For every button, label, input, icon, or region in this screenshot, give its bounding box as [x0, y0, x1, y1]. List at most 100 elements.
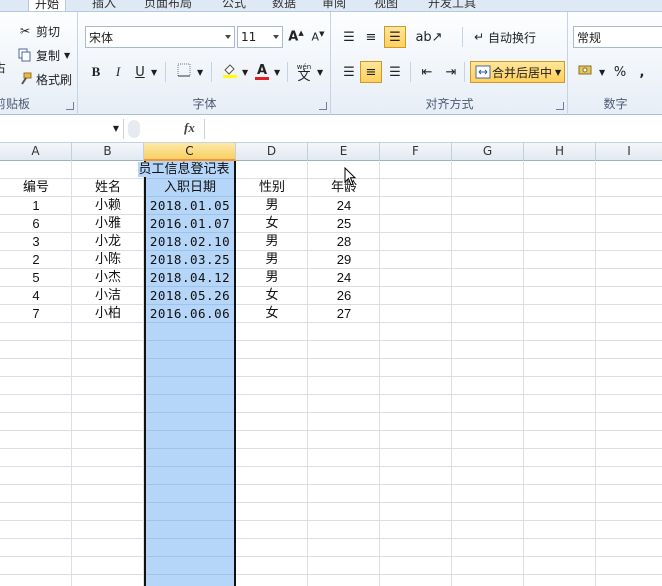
- cell-gender[interactable]: 男: [236, 269, 308, 287]
- paste-button[interactable]: 占: [0, 56, 10, 78]
- formula-input[interactable]: [204, 119, 662, 139]
- cell-name[interactable]: 小洁: [72, 287, 144, 305]
- cell-gender[interactable]: 女: [236, 215, 308, 233]
- cell-id[interactable]: 2: [0, 251, 72, 269]
- cell-hire-date[interactable]: 2016.06.06: [144, 305, 236, 323]
- fill-color-button[interactable]: [219, 61, 241, 83]
- header-cell-id[interactable]: 编号: [0, 179, 72, 197]
- number-format-select[interactable]: 常规: [573, 26, 662, 48]
- copy-dropdown-icon[interactable]: ▼: [64, 51, 70, 60]
- cell-hire-date[interactable]: 2018.04.12: [144, 269, 236, 287]
- cell-gender[interactable]: 男: [236, 251, 308, 269]
- grow-font-button[interactable]: A▲: [285, 26, 307, 48]
- increase-indent-button[interactable]: ⇥: [440, 61, 462, 83]
- align-middle-button[interactable]: ≡: [360, 26, 382, 48]
- phonetic-dropdown-icon[interactable]: ▼: [317, 68, 323, 77]
- clipboard-dialog-launcher-icon[interactable]: [66, 102, 74, 110]
- column-header-i[interactable]: I: [596, 143, 662, 161]
- header-cell-name[interactable]: 姓名: [72, 179, 144, 197]
- cell-gender[interactable]: 女: [236, 287, 308, 305]
- cell-hire-date[interactable]: 2018.05.26: [144, 287, 236, 305]
- cell-age[interactable]: 29: [308, 251, 380, 269]
- cell-name[interactable]: 小杰: [72, 269, 144, 287]
- cell-name[interactable]: 小雅: [72, 215, 144, 233]
- italic-button[interactable]: I: [107, 61, 129, 83]
- cell-id[interactable]: 6: [0, 215, 72, 233]
- accounting-dropdown-icon[interactable]: ▼: [599, 68, 605, 77]
- cell-age[interactable]: 27: [308, 305, 380, 323]
- borders-button[interactable]: [173, 61, 195, 83]
- tab-formulas[interactable]: 公式: [222, 0, 246, 11]
- cell-gender[interactable]: 男: [236, 233, 308, 251]
- alignment-dialog-launcher-icon[interactable]: [556, 102, 564, 110]
- align-bottom-button[interactable]: ☰: [384, 26, 406, 48]
- align-center-button[interactable]: ≡: [360, 61, 382, 83]
- font-name-select[interactable]: 宋体: [85, 26, 235, 48]
- cell-hire-date[interactable]: 2018.03.25: [144, 251, 236, 269]
- accounting-format-button[interactable]: [575, 61, 597, 83]
- cell-age[interactable]: 26: [308, 287, 380, 305]
- cell-gender[interactable]: 女: [236, 305, 308, 323]
- tab-review[interactable]: 审阅: [322, 0, 346, 11]
- decrease-indent-button[interactable]: ⇤: [416, 61, 438, 83]
- cell-id[interactable]: 1: [0, 197, 72, 215]
- wrap-text-button[interactable]: ↵ 自动换行: [470, 26, 536, 48]
- worksheet[interactable]: 员工信息登记表 编号 姓名 入职日期 性别 年龄 1 小赖 2018.01.05…: [0, 161, 662, 586]
- cell-hire-date[interactable]: 2018.01.05: [144, 197, 236, 215]
- shrink-font-button[interactable]: A▼: [307, 26, 329, 48]
- cell-name[interactable]: 小龙: [72, 233, 144, 251]
- tab-home[interactable]: 开始: [28, 0, 67, 11]
- expand-handle-icon[interactable]: [128, 120, 140, 138]
- font-color-button[interactable]: A: [251, 61, 273, 83]
- column-header-f[interactable]: F: [380, 143, 452, 161]
- borders-dropdown-icon[interactable]: ▼: [197, 68, 203, 77]
- name-box[interactable]: ▼: [0, 119, 124, 139]
- tab-data[interactable]: 数据: [272, 0, 296, 11]
- align-left-button[interactable]: ☰: [338, 61, 360, 83]
- cell-hire-date[interactable]: 2016.01.07: [144, 215, 236, 233]
- column-header-e[interactable]: E: [308, 143, 380, 161]
- phonetic-button[interactable]: wén 文: [293, 61, 315, 83]
- fill-color-dropdown-icon[interactable]: ▼: [242, 68, 248, 77]
- cut-button[interactable]: ✂ 剪切: [16, 20, 60, 42]
- sheet-title-cell[interactable]: 员工信息登记表: [138, 161, 236, 179]
- cell-id[interactable]: 4: [0, 287, 72, 305]
- merge-dropdown-icon[interactable]: ▼: [555, 68, 561, 77]
- cell-id[interactable]: 3: [0, 233, 72, 251]
- tab-developer[interactable]: 开发工具: [428, 0, 476, 11]
- font-size-select[interactable]: 11: [237, 26, 283, 48]
- column-header-a[interactable]: A: [0, 143, 72, 161]
- cell-age[interactable]: 24: [308, 197, 380, 215]
- column-header-c[interactable]: C: [144, 143, 236, 161]
- align-top-button[interactable]: ☰: [338, 26, 360, 48]
- name-box-dropdown-icon[interactable]: ▼: [113, 124, 119, 133]
- header-cell-hire-date[interactable]: 入职日期: [144, 179, 236, 197]
- cell-age[interactable]: 24: [308, 269, 380, 287]
- cell-gender[interactable]: 男: [236, 197, 308, 215]
- orientation-button[interactable]: ab↗: [415, 26, 442, 48]
- bold-button[interactable]: B: [85, 61, 107, 83]
- underline-dropdown-icon[interactable]: ▼: [151, 68, 157, 77]
- underline-button[interactable]: U: [129, 61, 151, 83]
- copy-button[interactable]: 复制 ▼: [16, 44, 70, 66]
- insert-function-icon[interactable]: fx: [184, 120, 195, 136]
- cell-id[interactable]: 5: [0, 269, 72, 287]
- cell-age[interactable]: 25: [308, 215, 380, 233]
- column-header-g[interactable]: G: [452, 143, 524, 161]
- align-right-button[interactable]: ☰: [384, 61, 406, 83]
- merge-center-button[interactable]: 合并后居中 ▼: [470, 61, 566, 83]
- font-dialog-launcher-icon[interactable]: [319, 102, 327, 110]
- cell-name[interactable]: 小陈: [72, 251, 144, 269]
- comma-style-button[interactable]: ,: [631, 61, 653, 83]
- tab-insert[interactable]: 插入: [92, 0, 116, 11]
- tab-view[interactable]: 视图: [374, 0, 398, 11]
- cell-name[interactable]: 小赖: [72, 197, 144, 215]
- column-header-h[interactable]: H: [524, 143, 596, 161]
- cell-age[interactable]: 28: [308, 233, 380, 251]
- tab-page-layout[interactable]: 页面布局: [144, 0, 192, 11]
- cell-id[interactable]: 7: [0, 305, 72, 323]
- font-color-dropdown-icon[interactable]: ▼: [274, 68, 280, 77]
- format-painter-button[interactable]: 格式刷: [16, 68, 72, 90]
- percent-button[interactable]: %: [609, 61, 631, 83]
- cell-name[interactable]: 小柏: [72, 305, 144, 323]
